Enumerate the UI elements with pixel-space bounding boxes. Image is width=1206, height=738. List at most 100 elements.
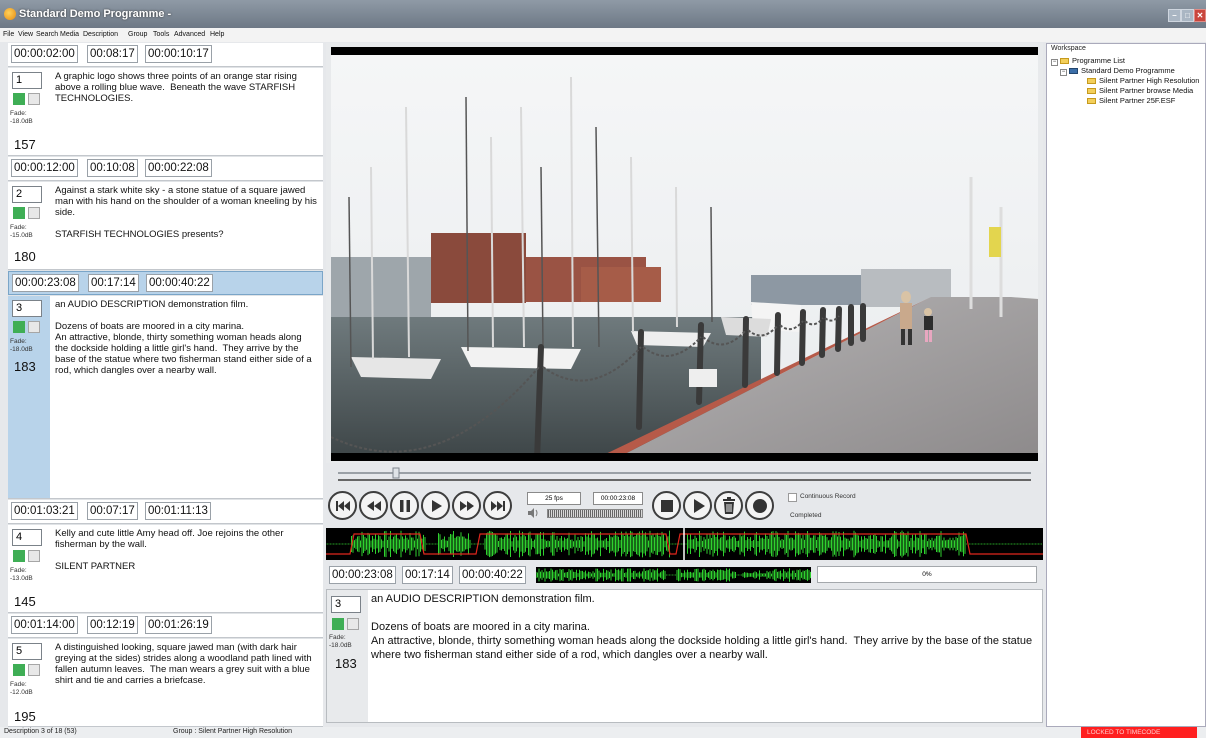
skip-end-button[interactable] — [483, 491, 512, 520]
fade-enabled-toggle[interactable] — [13, 664, 25, 676]
description-number[interactable]: 3 — [12, 300, 42, 317]
description-text-editor[interactable]: an AUDIO DESCRIPTION demonstration film.… — [371, 592, 1039, 720]
title-bar: Standard Demo Programme - – □ ✕ — [0, 0, 1206, 28]
play-icon — [432, 500, 442, 512]
continuous-record-checkbox[interactable] — [788, 493, 797, 502]
timecode-length[interactable]: 00:17:14 — [88, 274, 139, 292]
speaker-icon[interactable] — [527, 508, 539, 518]
menu-view[interactable]: View — [18, 31, 33, 38]
fade-disabled-toggle[interactable] — [28, 321, 40, 333]
workspace-panel: Workspace − Programme List − Standard Demo… — [1046, 43, 1206, 727]
volume-slider[interactable] — [547, 509, 643, 518]
menu-help[interactable]: Help — [210, 31, 224, 38]
fade-enabled-toggle[interactable] — [13, 93, 25, 105]
timecode-length[interactable]: 00:12:19 — [87, 616, 138, 634]
description-timecode-row[interactable]: 00:01:03:21 00:07:17 00:01:11:13 — [8, 500, 323, 524]
editor-description-number[interactable]: 3 — [331, 596, 361, 613]
description-timecode-row[interactable]: 00:00:02:00 00:08:17 00:00:10:17 — [8, 43, 323, 67]
recording-status: Completed — [790, 512, 822, 519]
fade-disabled-toggle[interactable] — [28, 664, 40, 676]
maximize-button[interactable]: □ — [1181, 9, 1194, 22]
collapse-icon[interactable]: − — [1060, 69, 1067, 76]
timecode-length[interactable]: 00:10:08 — [87, 159, 138, 177]
audio-waveform-timeline[interactable] — [325, 528, 1043, 560]
timecode-out[interactable]: 00:00:40:22 — [146, 274, 213, 292]
maximize-icon: □ — [1185, 11, 1190, 20]
rewind-button[interactable] — [359, 491, 388, 520]
fade-enabled-toggle[interactable] — [13, 321, 25, 333]
description-timecode-row[interactable]: 00:00:12:00 00:10:08 00:00:22:08 — [8, 157, 323, 181]
video-frame[interactable] — [331, 47, 1038, 461]
menu-media[interactable]: Media — [60, 31, 79, 38]
fade-enabled-toggle[interactable] — [13, 550, 25, 562]
pause-button[interactable] — [390, 491, 419, 520]
collapse-icon[interactable]: − — [1051, 59, 1058, 66]
description-item[interactable]: 2 Fade: -15.0dB 180 Against a stark white… — [8, 182, 323, 270]
app-icon — [4, 8, 16, 20]
current-timecode-in[interactable]: 00:00:23:08 — [329, 566, 396, 584]
timecode-out[interactable]: 00:00:10:17 — [145, 45, 212, 63]
menu-advanced[interactable]: Advanced — [174, 31, 205, 38]
description-item-selected[interactable]: 3 Fade: -18.0dB 183 an AUDIO DESCRIPTION … — [8, 296, 323, 499]
fade-disabled-toggle[interactable] — [28, 207, 40, 219]
fade-level: Fade: -18.0dB — [10, 338, 33, 353]
timecode-out[interactable]: 00:01:26:19 — [145, 616, 212, 634]
tree-node-programme[interactable]: − Standard Demo Programme — [1060, 66, 1175, 76]
play-button[interactable] — [421, 491, 450, 520]
description-item[interactable]: 5 Fade: -12.0dB 195 A distinguished looki… — [8, 639, 323, 727]
minimize-button[interactable]: – — [1168, 9, 1181, 22]
timecode-in[interactable]: 00:00:12:00 — [11, 159, 78, 177]
menu-tools[interactable]: Tools — [153, 31, 169, 38]
programme-icon — [1069, 68, 1078, 74]
description-number[interactable]: 1 — [12, 72, 42, 89]
fade-enabled-toggle[interactable] — [332, 618, 344, 630]
record-button[interactable] — [745, 491, 774, 520]
skip-start-icon — [336, 501, 350, 511]
timecode-in[interactable]: 00:00:23:08 — [12, 274, 79, 292]
close-button[interactable]: ✕ — [1194, 9, 1206, 22]
description-timecode-row-selected[interactable]: 00:00:23:08 00:17:14 00:00:40:22 — [8, 271, 323, 295]
play-cue-button[interactable] — [683, 491, 712, 520]
fade-disabled-toggle[interactable] — [28, 93, 40, 105]
timecode-length[interactable]: 00:07:17 — [87, 502, 138, 520]
tree-node-media[interactable]: Silent Partner 25F.ESF — [1087, 96, 1175, 106]
tree-node-media[interactable]: Silent Partner High Resolution — [1087, 76, 1199, 86]
fade-disabled-toggle[interactable] — [28, 550, 40, 562]
stop-button[interactable] — [652, 491, 681, 520]
delete-recording-button[interactable] — [714, 491, 743, 520]
skip-start-button[interactable] — [328, 491, 357, 520]
description-timecode-row[interactable]: 00:01:14:00 00:12:19 00:01:26:19 — [8, 614, 323, 638]
timecode-out[interactable]: 00:01:11:13 — [145, 502, 211, 520]
menu-file[interactable]: File — [3, 31, 14, 38]
fast-forward-button[interactable] — [452, 491, 481, 520]
description-item[interactable]: 1 Fade: -18.0dB 157 A graphic logo shows … — [8, 68, 323, 156]
current-timecode-out[interactable]: 00:00:40:22 — [459, 566, 526, 584]
description-number[interactable]: 4 — [12, 529, 42, 546]
menu-search[interactable]: Search — [36, 31, 58, 38]
tree-node-media[interactable]: Silent Partner browse Media — [1087, 86, 1193, 96]
timecode-in[interactable]: 00:00:02:00 — [11, 45, 78, 63]
timecode-in[interactable]: 00:01:03:21 — [11, 502, 78, 520]
pause-icon — [400, 500, 410, 512]
description-sidebar: 4 Fade: -13.0dB 145 — [8, 525, 50, 612]
menu-description[interactable]: Description — [83, 31, 118, 38]
description-number[interactable]: 2 — [12, 186, 42, 203]
fade-disabled-toggle[interactable] — [347, 618, 359, 630]
current-timecode-length[interactable]: 00:17:14 — [402, 566, 453, 584]
description-text[interactable]: A graphic logo shows three points of an … — [55, 71, 317, 104]
menu-group[interactable]: Group — [128, 31, 147, 38]
fade-enabled-toggle[interactable] — [13, 207, 25, 219]
timecode-length[interactable]: 00:08:17 — [87, 45, 138, 63]
folder-icon — [1060, 58, 1069, 64]
tree-node-programme-list[interactable]: − Programme List — [1051, 56, 1125, 66]
stop-icon — [661, 500, 673, 512]
timecode-in[interactable]: 00:01:14:00 — [11, 616, 78, 634]
timecode-out[interactable]: 00:00:22:08 — [145, 159, 212, 177]
description-text[interactable]: A distinguished looking, square jawed ma… — [55, 642, 317, 686]
description-text[interactable]: Kelly and cute little Amy head off. Joe … — [55, 528, 317, 572]
description-item[interactable]: 4 Fade: -13.0dB 145 Kelly and cute little… — [8, 525, 323, 613]
description-number[interactable]: 5 — [12, 643, 42, 660]
video-scrub-slider[interactable] — [326, 466, 1043, 486]
description-text[interactable]: an AUDIO DESCRIPTION demonstration film.… — [55, 299, 317, 376]
description-text[interactable]: Against a stark white sky - a stone stat… — [55, 185, 317, 240]
